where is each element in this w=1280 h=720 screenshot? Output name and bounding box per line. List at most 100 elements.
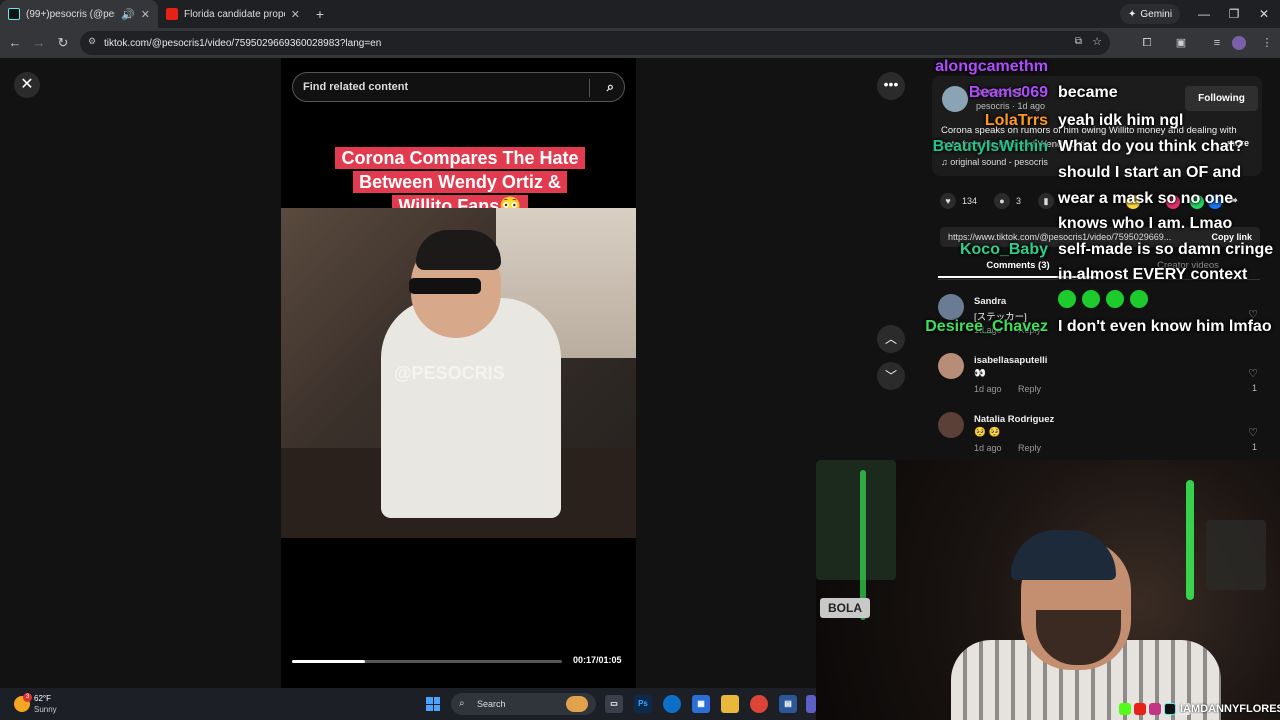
commenter-name[interactable]: Sandra bbox=[974, 296, 1006, 307]
screen: (99+)pesocris (@pesocris1) 🔊 ✕ Florida c… bbox=[0, 0, 1280, 720]
gemini-label: Gemini bbox=[1140, 8, 1173, 20]
store-icon[interactable]: ▦ bbox=[692, 695, 710, 713]
edge-icon[interactable] bbox=[663, 695, 681, 713]
tab-news[interactable]: Florida candidate proposes 50% ✕ bbox=[158, 0, 308, 28]
comment-like-icon[interactable]: ♡ bbox=[1246, 426, 1260, 439]
back-icon[interactable]: ← bbox=[6, 34, 24, 52]
file-explorer-icon[interactable] bbox=[721, 695, 739, 713]
previous-video-button[interactable]: ︿ bbox=[877, 325, 905, 353]
comment-button[interactable]: ● 3 bbox=[994, 193, 1021, 209]
outlook-icon[interactable]: ▤ bbox=[779, 695, 797, 713]
share-link: https://www.tiktok.com/@pesocris1/video/… bbox=[948, 232, 1172, 242]
reply-button[interactable]: Reply bbox=[1018, 384, 1041, 394]
gemini-button[interactable]: ✦ Gemini bbox=[1120, 4, 1181, 24]
caption-line: Corona Compares The Hate bbox=[335, 147, 585, 169]
restore-icon[interactable]: ❐ bbox=[1218, 0, 1250, 28]
comment-like-icon[interactable]: ♡ bbox=[1246, 367, 1260, 380]
bookmark-star-icon[interactable]: ☆ bbox=[1092, 35, 1102, 48]
video-watermark: @PESOCRIS bbox=[394, 363, 505, 383]
like-button[interactable]: ♥ 134 bbox=[940, 193, 977, 209]
media-icon[interactable]: ≡ bbox=[1208, 34, 1226, 52]
share-facebook-icon[interactable] bbox=[1208, 195, 1222, 209]
close-tab-icon[interactable]: ✕ bbox=[291, 8, 300, 21]
search-label: Search bbox=[477, 699, 506, 709]
tab-title: (99+)pesocris (@pesocris1) bbox=[26, 8, 115, 20]
share-arrow-icon[interactable]: ➦ bbox=[1228, 193, 1238, 207]
new-tab-button[interactable]: + bbox=[308, 6, 332, 22]
taskbar-search[interactable]: ⌕ Search bbox=[451, 693, 596, 715]
like-count: 134 bbox=[962, 196, 978, 206]
menu-icon[interactable]: ⋮ bbox=[1258, 34, 1276, 52]
comment-like-icon[interactable]: ♡ bbox=[1246, 308, 1260, 321]
install-icon[interactable]: ⧉ bbox=[1075, 36, 1082, 47]
time-display: 00:17/01:05 bbox=[573, 655, 622, 665]
reply-button[interactable]: Reply bbox=[1018, 443, 1041, 453]
tab-tiktok[interactable]: (99+)pesocris (@pesocris1) 🔊 ✕ bbox=[0, 0, 158, 28]
sunglasses bbox=[409, 278, 481, 294]
extensions-icon[interactable]: ⧠ bbox=[1138, 34, 1156, 52]
action-row: ♥ 134 ● 3 ▮ ➦ bbox=[940, 193, 1260, 213]
author-meta: pesocris · 1d ago bbox=[976, 101, 1046, 111]
windows-start-icon[interactable] bbox=[426, 697, 440, 711]
reload-icon[interactable]: ↻ bbox=[54, 34, 72, 52]
close-window-icon[interactable]: ✕ bbox=[1248, 0, 1280, 28]
address-bar[interactable]: ⚙ tiktok.com/@pesocris1/video/7595029669… bbox=[80, 31, 1110, 55]
music-note-icon: ♫ bbox=[941, 157, 951, 167]
search-highlight-icon bbox=[566, 696, 588, 712]
speaker-icon[interactable]: 🔊 bbox=[121, 8, 135, 21]
commenter-name[interactable]: isabellasaputelli bbox=[974, 355, 1047, 366]
save-button[interactable]: ▮ bbox=[1038, 193, 1054, 209]
share-whatsapp-icon[interactable] bbox=[1190, 195, 1204, 209]
split-view-icon[interactable]: ▣ bbox=[1172, 34, 1190, 52]
comment-icon: ● bbox=[994, 193, 1010, 209]
profile-avatar[interactable] bbox=[1232, 36, 1246, 50]
shelf bbox=[816, 460, 896, 580]
copy-link-button[interactable]: Copy link bbox=[1211, 227, 1252, 247]
chrome-icon[interactable] bbox=[750, 695, 768, 713]
progress-bar[interactable] bbox=[292, 660, 562, 663]
comment-meta: 1d ago Reply bbox=[974, 443, 1041, 453]
search-icon[interactable]: ⌕ bbox=[607, 79, 614, 95]
reply-button[interactable]: Reply bbox=[1018, 325, 1041, 335]
instagram-icon bbox=[1149, 703, 1161, 715]
commenter-name[interactable]: Natalia Rodriguez bbox=[974, 414, 1054, 425]
close-video-button[interactable]: ✕ bbox=[14, 72, 40, 98]
task-view-icon[interactable]: ▭ bbox=[605, 695, 623, 713]
close-tab-icon[interactable]: ✕ bbox=[141, 8, 150, 21]
comment-text: [ステッカー] bbox=[974, 312, 1027, 323]
related-search-input[interactable]: Find related content ⌕ bbox=[292, 72, 625, 102]
minimize-icon[interactable]: — bbox=[1188, 0, 1220, 28]
comment-count: 3 bbox=[1016, 196, 1022, 206]
caption-line: Between Wendy Ortiz & bbox=[353, 171, 567, 193]
video-player[interactable]: Find related content ⌕ Corona Compares T… bbox=[281, 58, 636, 688]
forward-icon[interactable]: → bbox=[30, 34, 48, 52]
next-video-button[interactable]: ﹀ bbox=[877, 362, 905, 390]
tab-comments[interactable]: Comments (3) bbox=[938, 256, 1098, 278]
comment-item: Natalia Rodriguez 🥺 🥺 1d ago Reply ♡ 1 bbox=[938, 412, 1260, 460]
browser-tab-bar: (99+)pesocris (@pesocris1) 🔊 ✕ Florida c… bbox=[0, 0, 1280, 28]
comment-text: 👀 bbox=[974, 368, 986, 379]
share-link-row: https://www.tiktok.com/@pesocris1/video/… bbox=[940, 227, 1260, 247]
photoshop-icon[interactable]: Ps bbox=[634, 695, 652, 713]
commenter-avatar[interactable] bbox=[938, 294, 964, 320]
following-button[interactable]: Following bbox=[1185, 86, 1258, 111]
person-hair bbox=[416, 230, 501, 270]
search-icon: ⌕ bbox=[459, 698, 465, 709]
commenter-avatar[interactable] bbox=[938, 412, 964, 438]
teams-icon[interactable] bbox=[806, 695, 816, 713]
share-emoji-icon[interactable] bbox=[1126, 195, 1140, 209]
bookmark-icon: ▮ bbox=[1038, 193, 1054, 209]
tab-creator-videos[interactable]: Creator videos bbox=[1118, 256, 1258, 276]
author-avatar[interactable] bbox=[942, 86, 968, 112]
tiktok-icon bbox=[8, 8, 20, 20]
more-options-button[interactable]: ••• bbox=[877, 72, 905, 100]
sound-row[interactable]: ♫ original sound - pesocris bbox=[941, 157, 1048, 167]
heart-icon: ♥ bbox=[940, 193, 956, 209]
author-name[interactable]: pesocris1 bbox=[976, 87, 1023, 98]
share-instagram-icon[interactable] bbox=[1166, 195, 1180, 209]
progress-fill bbox=[292, 660, 365, 663]
commenter-avatar[interactable] bbox=[938, 353, 964, 379]
more-link[interactable]: more bbox=[1227, 138, 1249, 148]
site-info-icon[interactable]: ⚙ bbox=[88, 36, 96, 47]
weather-temp: 62°F bbox=[34, 694, 51, 703]
